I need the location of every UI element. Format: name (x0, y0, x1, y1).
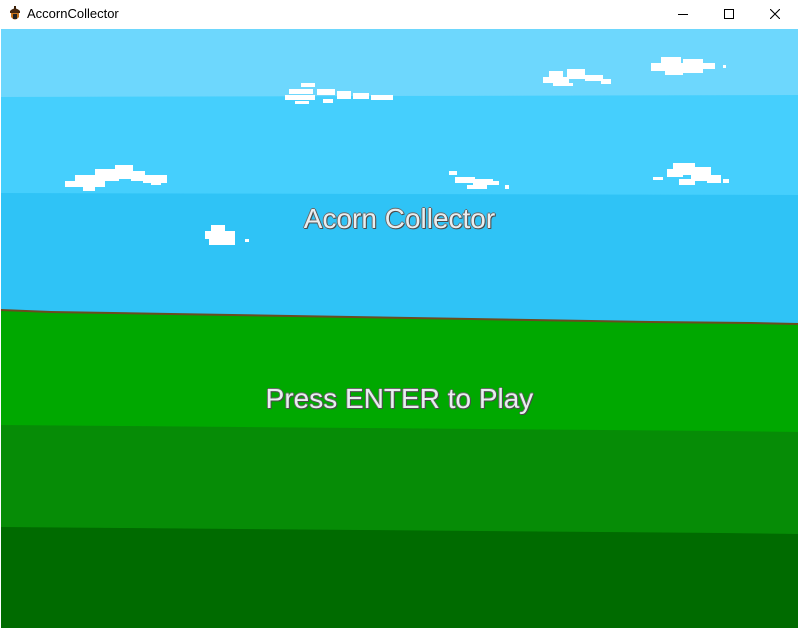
minimize-icon (678, 9, 688, 19)
game-title: Acorn Collector (303, 203, 496, 234)
grass-band-dark (1, 527, 798, 628)
close-button[interactable] (752, 0, 798, 28)
sky-band-mid-shape (1, 95, 798, 197)
minimize-button[interactable] (660, 0, 706, 28)
press-enter-prompt: Press ENTER to Play (265, 383, 534, 414)
game-scene (1, 29, 798, 628)
maximize-button[interactable] (706, 0, 752, 28)
maximize-icon (724, 9, 734, 19)
acorn-icon (8, 6, 22, 22)
game-canvas[interactable]: Acorn Collector Press ENTER to Play (1, 29, 798, 628)
close-icon (770, 9, 780, 19)
window-title: AccornCollector (27, 6, 119, 21)
window-titlebar[interactable]: AccornCollector (0, 0, 798, 28)
